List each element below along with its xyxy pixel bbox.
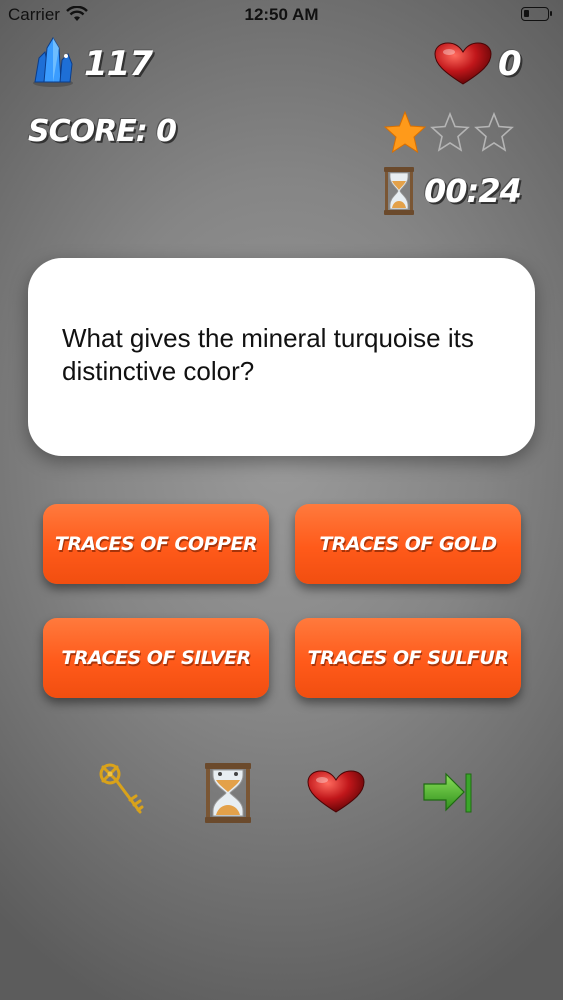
answer-button-3[interactable]: Traces of Silver — [43, 618, 269, 698]
hourglass-icon — [384, 167, 414, 215]
heart-icon — [434, 42, 492, 85]
score-label: SCORE: 0 — [28, 114, 177, 149]
star-rating — [383, 110, 514, 154]
battery-icon — [521, 7, 552, 21]
key-icon[interactable] — [94, 760, 154, 826]
answer-button-2[interactable]: Traces of Gold — [295, 504, 521, 584]
star-empty-icon — [430, 111, 470, 152]
star-filled-icon — [383, 110, 427, 154]
clock: 12:50 AM — [244, 5, 319, 24]
answer-button-1[interactable]: Traces of Copper — [43, 504, 269, 584]
question-text: What gives the mineral turquoise its dis… — [62, 323, 474, 386]
crystal-gems-icon — [33, 37, 73, 87]
skip-icon[interactable] — [420, 760, 480, 826]
gems-count: 117 — [84, 44, 153, 84]
answer-button-4[interactable]: Traces of Sulfur — [295, 618, 521, 698]
star-empty-icon — [474, 111, 514, 152]
timer-label: 00:24 — [424, 172, 522, 210]
question-card: What gives the mineral turquoise its dis… — [28, 258, 535, 456]
lives-count: 0 — [498, 44, 522, 84]
status-bar: Carrier 12:50 AM — [0, 0, 563, 30]
hourglass-icon[interactable] — [198, 760, 258, 826]
heart-lifeline-icon[interactable] — [306, 760, 366, 826]
